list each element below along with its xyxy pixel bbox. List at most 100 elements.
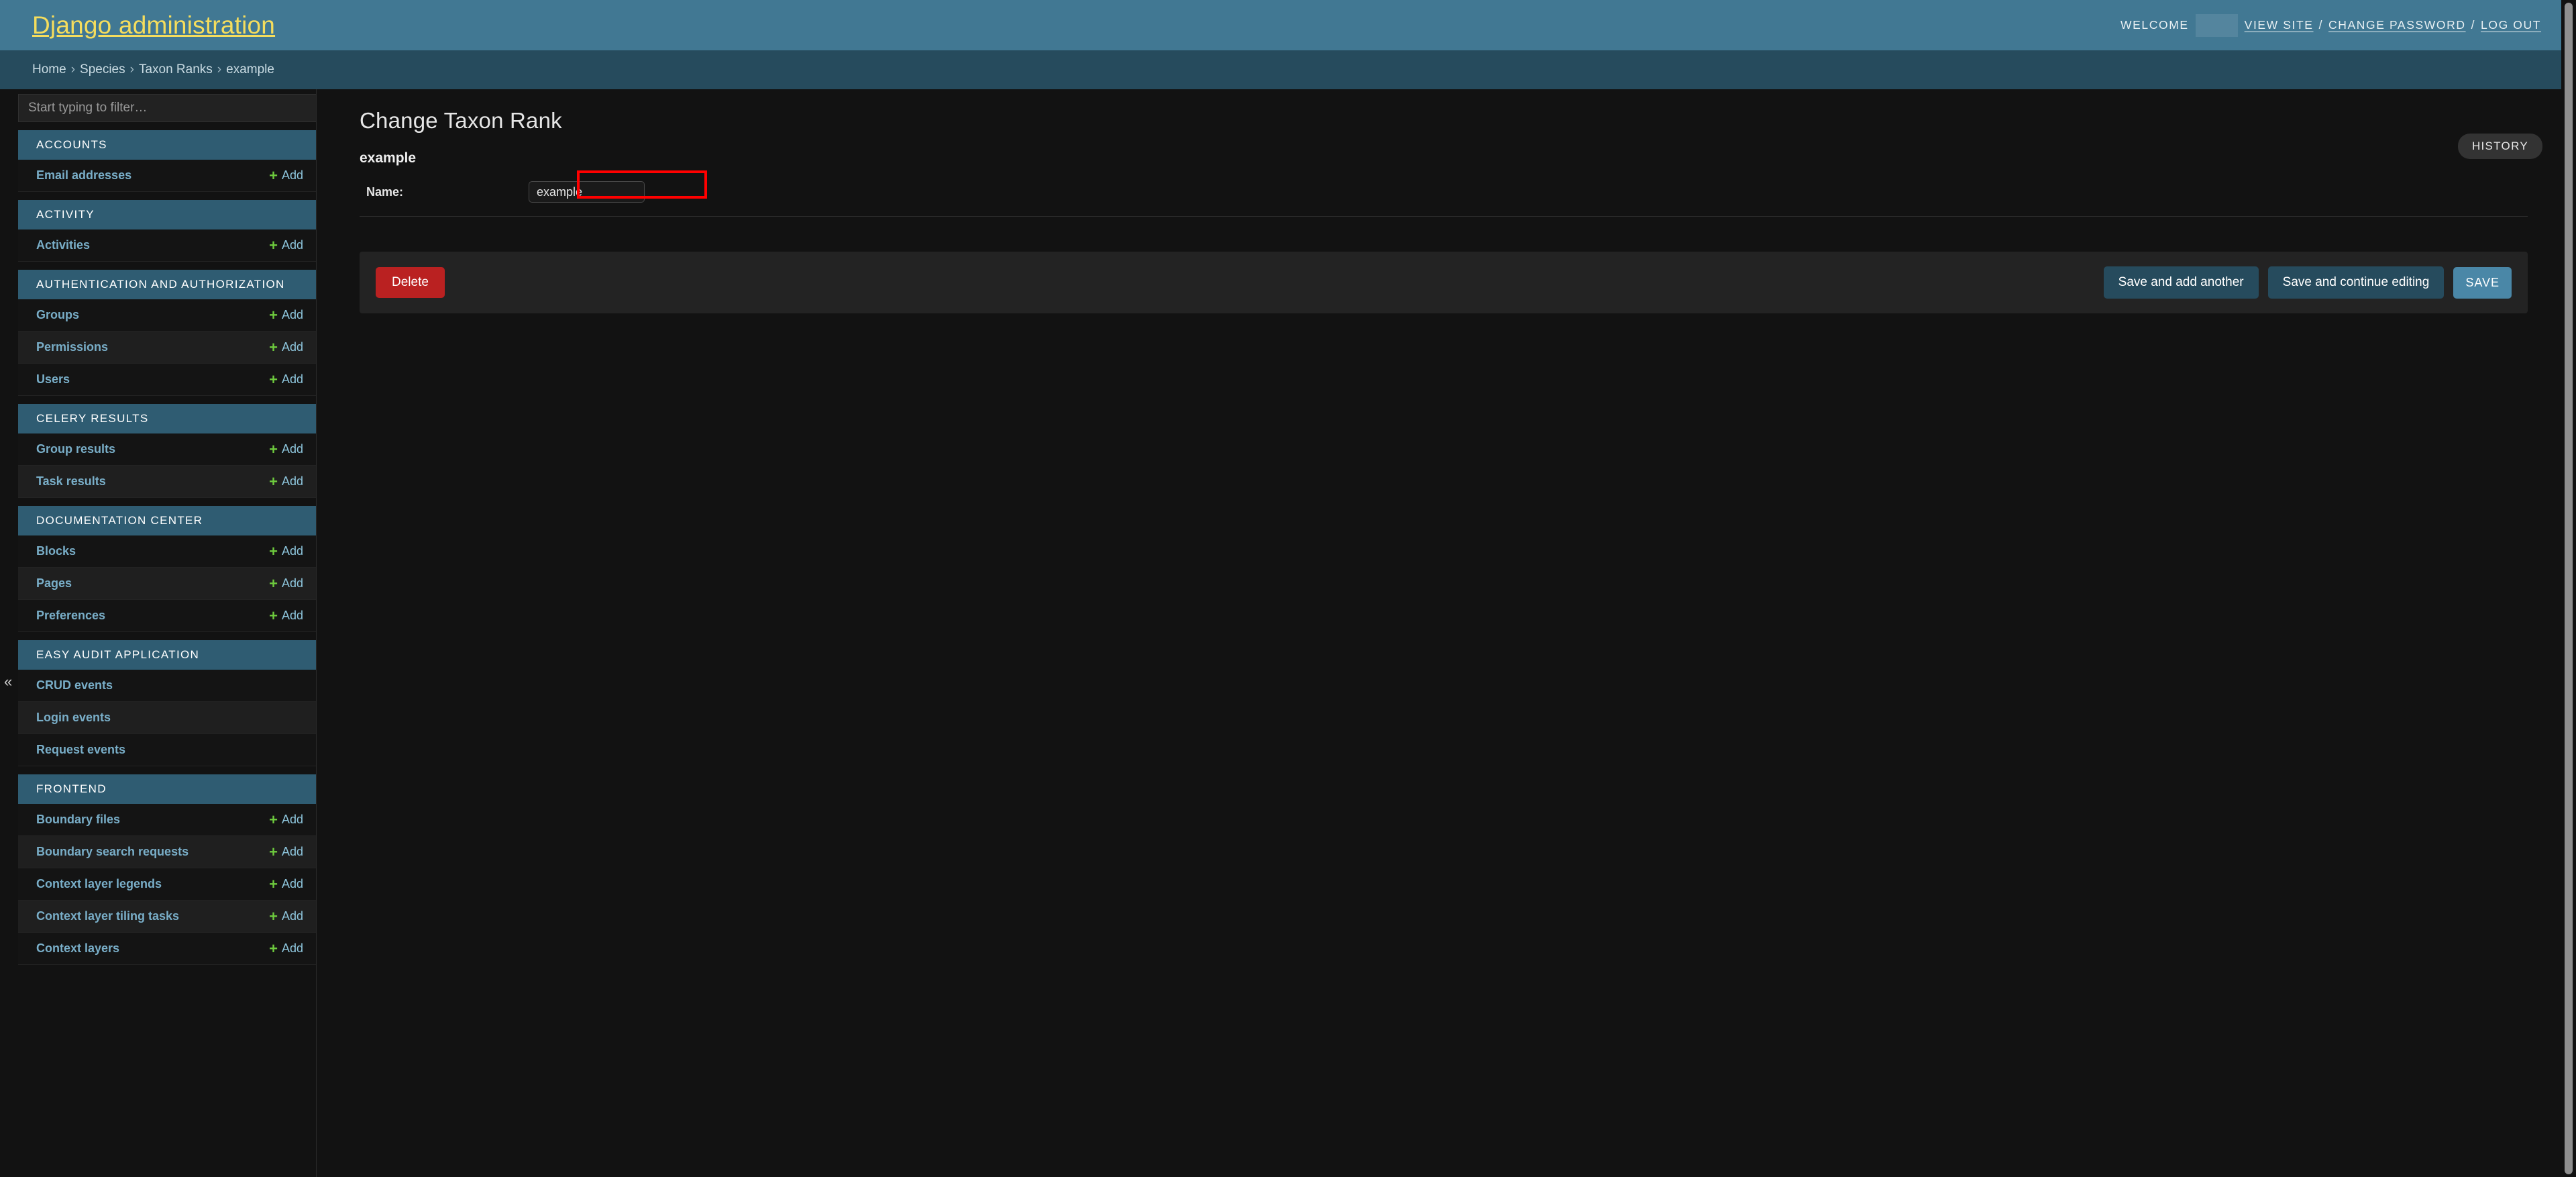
page-scrollbar-thumb[interactable] xyxy=(2565,3,2573,1174)
plus-icon: + xyxy=(269,875,278,892)
sidebar-add-link[interactable]: + Add xyxy=(269,340,303,355)
sidebar-add-link[interactable]: + Add xyxy=(269,168,303,183)
sidebar-app-block: EASY AUDIT APPLICATION CRUD events Login e… xyxy=(18,640,316,766)
sidebar-add-link[interactable]: + Add xyxy=(269,474,303,489)
sidebar-item-context-layer-tiling-tasks[interactable]: Context layer tiling tasks xyxy=(36,909,179,923)
sidebar-app-block: FRONTEND Boundary files + Add Boundary searc… xyxy=(18,774,316,965)
sidebar-add-link[interactable]: + Add xyxy=(269,442,303,457)
sidebar-app-title: ACTIVITY xyxy=(18,200,316,229)
breadcrumb-item-home[interactable]: Home xyxy=(32,62,66,77)
sidebar-app-title: EASY AUDIT APPLICATION xyxy=(18,640,316,670)
sidebar-model-row: Context layer legends + Add xyxy=(18,868,316,901)
sidebar-item-login-events[interactable]: Login events xyxy=(36,711,111,725)
sidebar-model-row: Boundary search requests + Add xyxy=(18,836,316,868)
sidebar-add-link[interactable]: + Add xyxy=(269,875,303,892)
sidebar-model-row: CRUD events xyxy=(18,670,316,702)
sidebar-add-link[interactable]: + Add xyxy=(269,306,303,323)
sidebar-item-request-events[interactable]: Request events xyxy=(36,743,125,757)
sidebar-item-activities[interactable]: Activities xyxy=(36,238,90,252)
sidebar-add-label: Add xyxy=(281,474,303,488)
save-and-continue-editing-button[interactable]: Save and continue editing xyxy=(2267,266,2445,299)
plus-icon: + xyxy=(269,939,278,957)
name-field-label: Name: xyxy=(366,185,404,199)
sidebar-add-link[interactable]: + Add xyxy=(269,811,303,828)
sidebar-filter-input[interactable] xyxy=(18,94,316,122)
plus-icon: + xyxy=(269,907,278,925)
sidebar-app-block: ACCOUNTS Email addresses + Add xyxy=(18,130,316,192)
sidebar-model-row: Blocks + Add xyxy=(18,535,316,568)
sidebar-add-label: Add xyxy=(281,941,303,955)
sidebar-model-row: Group results + Add xyxy=(18,433,316,466)
plus-icon: + xyxy=(269,306,278,323)
plus-icon: + xyxy=(269,811,278,828)
plus-icon: + xyxy=(269,166,278,184)
sidebar-add-label: Add xyxy=(281,340,303,354)
sidebar-item-context-layer-legends[interactable]: Context layer legends xyxy=(36,877,162,891)
sidebar-item-crud-events[interactable]: CRUD events xyxy=(36,678,113,693)
plus-icon: + xyxy=(269,542,278,560)
form-row-name: Name: xyxy=(360,166,2528,217)
sidebar-item-group-results[interactable]: Group results xyxy=(36,442,115,456)
breadcrumb: Home › Species › Taxon Ranks › example xyxy=(0,50,2561,89)
main-content: HISTORY Change Taxon Rank example Name: … xyxy=(317,89,2561,1177)
save-button[interactable]: SAVE xyxy=(2453,266,2512,299)
sidebar-model-row: Boundary files + Add xyxy=(18,804,316,836)
sidebar-item-preferences[interactable]: Preferences xyxy=(36,609,105,623)
sidebar-add-label: Add xyxy=(281,238,303,252)
user-tools: WELCOME VIEW SITE / CHANGE PASSWORD / LO… xyxy=(2121,13,2541,37)
sidebar-add-link[interactable]: + Add xyxy=(269,238,303,253)
sidebar-add-label: Add xyxy=(281,845,303,858)
site-header: Django administration WELCOME VIEW SITE … xyxy=(0,0,2561,50)
breadcrumb-separator: › xyxy=(70,62,76,76)
sidebar-item-permissions[interactable]: Permissions xyxy=(36,340,108,354)
plus-icon: + xyxy=(269,440,278,458)
sidebar-add-label: Add xyxy=(281,576,303,590)
change-password-link[interactable]: CHANGE PASSWORD xyxy=(2328,18,2466,32)
sidebar-add-link[interactable]: + Add xyxy=(269,941,303,956)
sidebar-item-groups[interactable]: Groups xyxy=(36,308,79,322)
view-site-link[interactable]: VIEW SITE xyxy=(2245,18,2314,32)
sidebar-item-task-results[interactable]: Task results xyxy=(36,474,106,489)
plus-icon: + xyxy=(269,338,278,356)
page-title: Change Taxon Rank xyxy=(360,108,562,133)
breadcrumb-item-species[interactable]: Species xyxy=(80,62,125,77)
breadcrumb-item-taxon-ranks[interactable]: Taxon Ranks xyxy=(139,62,213,77)
site-name-link[interactable]: Django administration xyxy=(32,11,275,39)
sidebar-add-link[interactable]: + Add xyxy=(269,544,303,559)
sidebar-model-row: Activities + Add xyxy=(18,229,316,262)
sidebar-item-context-layers[interactable]: Context layers xyxy=(36,941,119,956)
sidebar-app-block: AUTHENTICATION AND AUTHORIZATION Groups + A… xyxy=(18,270,316,396)
sidebar-collapse-toggle[interactable]: « xyxy=(4,674,12,689)
delete-button[interactable]: Delete xyxy=(376,267,445,298)
sidebar-add-link[interactable]: + Add xyxy=(269,607,303,624)
sidebar-item-blocks[interactable]: Blocks xyxy=(36,544,76,558)
sidebar-add-link[interactable]: + Add xyxy=(269,372,303,387)
name-input[interactable] xyxy=(529,181,645,203)
sidebar-app-title: FRONTEND xyxy=(18,774,316,804)
sidebar-item-boundary-files[interactable]: Boundary files xyxy=(36,813,120,827)
sidebar-add-link[interactable]: + Add xyxy=(269,843,303,860)
sidebar-item-email-addresses[interactable]: Email addresses xyxy=(36,168,131,183)
sidebar-model-row: Request events xyxy=(18,734,316,766)
save-button-group: Save and add another Save and continue e… xyxy=(2103,266,2512,299)
username-redacted xyxy=(2195,13,2238,37)
page-scrollbar[interactable] xyxy=(2561,0,2576,1177)
save-and-add-another-button[interactable]: Save and add another xyxy=(2103,266,2259,299)
sidebar-item-boundary-search-requests[interactable]: Boundary search requests xyxy=(36,845,189,859)
plus-icon: + xyxy=(269,607,278,624)
history-button[interactable]: HISTORY xyxy=(2457,134,2542,159)
sidebar-model-row: Permissions + Add xyxy=(18,331,316,364)
sidebar-model-row: Task results + Add xyxy=(18,466,316,498)
log-out-link[interactable]: LOG OUT xyxy=(2481,18,2541,32)
sidebar-app-title: AUTHENTICATION AND AUTHORIZATION xyxy=(18,270,316,299)
sidebar-item-users[interactable]: Users xyxy=(36,372,70,387)
sidebar-item-pages[interactable]: Pages xyxy=(36,576,72,591)
sidebar-add-label: Add xyxy=(281,813,303,826)
sidebar-add-label: Add xyxy=(281,544,303,558)
submit-row: Delete Save and add another Save and con… xyxy=(360,252,2528,313)
object-tools: HISTORY xyxy=(2457,134,2542,159)
plus-icon: + xyxy=(269,843,278,860)
sidebar-add-link[interactable]: + Add xyxy=(269,576,303,591)
sidebar-add-label: Add xyxy=(281,909,303,923)
sidebar-add-link[interactable]: + Add xyxy=(269,909,303,924)
